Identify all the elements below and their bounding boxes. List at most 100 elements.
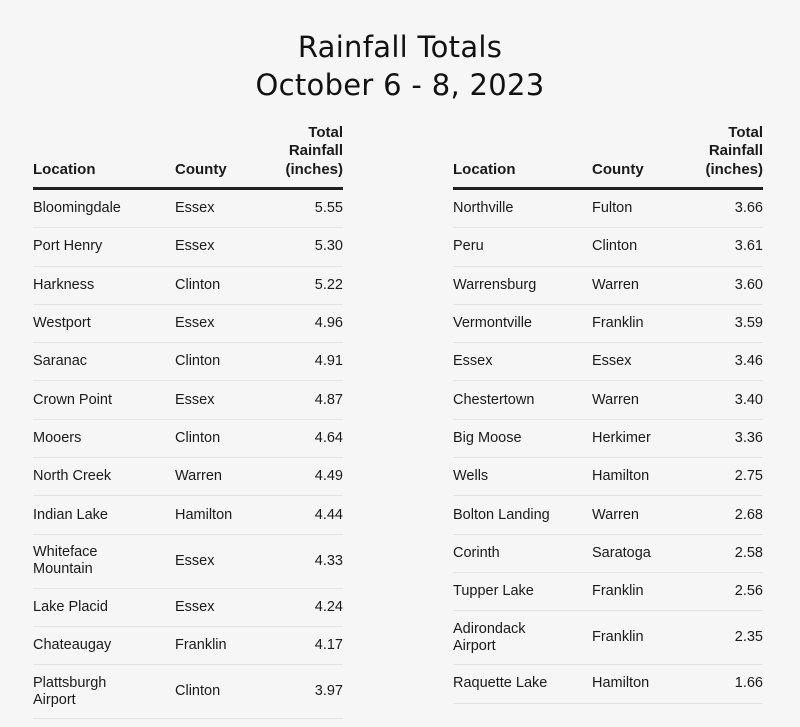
rainfall-table-left: Location County Total Rainfall (inches) Bl… bbox=[33, 123, 343, 720]
county-cell: Herkimer bbox=[592, 429, 651, 446]
table-row: Corinth Saratoga 2.58 bbox=[453, 535, 763, 573]
table-row: Plattsburgh Airport Clinton 3.97 bbox=[33, 665, 343, 720]
rainfall-cell: 4.44 bbox=[314, 506, 343, 523]
table-row: Harkness Clinton 5.22 bbox=[33, 267, 343, 305]
rainfall-cell: 2.75 bbox=[734, 468, 763, 485]
header-total-rainfall: Total Rainfall (inches) bbox=[285, 123, 343, 178]
county-cell: Clinton bbox=[175, 353, 221, 370]
location-cell: Port Henry bbox=[33, 238, 103, 255]
location-cell: Mooers bbox=[33, 429, 82, 446]
rainfall-cell: 5.22 bbox=[314, 276, 343, 293]
rainfall-cell: 3.66 bbox=[734, 200, 763, 217]
county-cell: Clinton bbox=[175, 429, 221, 446]
county-cell: Warren bbox=[592, 276, 639, 293]
location-cell: Corinth bbox=[453, 544, 500, 561]
rainfall-cell: 5.55 bbox=[314, 200, 343, 217]
header-county: County bbox=[592, 160, 644, 178]
title-line-1: Rainfall Totals bbox=[297, 30, 503, 64]
header-total-rainfall: Total Rainfall (inches) bbox=[705, 123, 763, 178]
county-cell: Saratoga bbox=[592, 544, 651, 561]
county-cell: Hamilton bbox=[175, 506, 233, 523]
table-row: Chateaugay Franklin 4.17 bbox=[33, 627, 343, 666]
table-row: Whiteface Mountain Essex 4.33 bbox=[33, 535, 343, 589]
location-cell: Westport bbox=[33, 315, 91, 332]
rainfall-cell: 4.91 bbox=[314, 353, 343, 370]
location-cell: Raquette Lake bbox=[453, 675, 548, 692]
county-cell: Clinton bbox=[175, 683, 221, 700]
rainfall-table-right: Location County Total Rainfall (inches) No… bbox=[453, 123, 763, 704]
county-cell: Essex bbox=[175, 238, 215, 255]
table-row: Indian Lake Hamilton 4.44 bbox=[33, 496, 343, 535]
rainfall-cell: 4.64 bbox=[314, 429, 343, 446]
table-row: Warrensburg Warren 3.60 bbox=[453, 267, 763, 305]
table-body: Bloomingdale Essex 5.55 Port Henry Essex 5.30… bbox=[33, 190, 343, 720]
location-cell: Harkness bbox=[33, 276, 95, 293]
chart-title: Rainfall Totals October 6 - 8, 2023 bbox=[0, 28, 800, 104]
county-cell: Franklin bbox=[592, 583, 644, 600]
table-row: Bolton Landing Warren 2.68 bbox=[453, 496, 763, 535]
location-cell: Plattsburgh Airport bbox=[33, 674, 107, 708]
header-location: Location bbox=[33, 160, 96, 178]
table-row: Adirondack Airport Franklin 2.35 bbox=[453, 611, 763, 666]
location-cell: North Creek bbox=[33, 468, 112, 485]
county-cell: Warren bbox=[175, 468, 222, 485]
location-cell: Bolton Landing bbox=[453, 506, 550, 523]
rainfall-cell: 4.49 bbox=[314, 468, 343, 485]
rainfall-cell: 3.60 bbox=[734, 276, 763, 293]
rainfall-cell: 3.40 bbox=[734, 391, 763, 408]
table-row: Westport Essex 4.96 bbox=[33, 305, 343, 344]
county-cell: Franklin bbox=[592, 315, 644, 332]
table-header: Location County Total Rainfall (inches) bbox=[453, 123, 763, 190]
header-county: County bbox=[175, 160, 227, 178]
rainfall-cell: 2.68 bbox=[734, 506, 763, 523]
location-cell: Essex bbox=[453, 353, 493, 370]
location-cell: Bloomingdale bbox=[33, 200, 121, 217]
table-row: Essex Essex 3.46 bbox=[453, 343, 763, 382]
table-row: Raquette Lake Hamilton 1.66 bbox=[453, 665, 763, 704]
rainfall-cell: 1.66 bbox=[734, 675, 763, 692]
rainfall-cell: 5.30 bbox=[314, 238, 343, 255]
table-row: Big Moose Herkimer 3.36 bbox=[453, 420, 763, 459]
location-cell: Tupper Lake bbox=[453, 583, 534, 600]
rainfall-cell: 2.56 bbox=[734, 583, 763, 600]
table-row: Vermontville Franklin 3.59 bbox=[453, 305, 763, 344]
table-row: North Creek Warren 4.49 bbox=[33, 458, 343, 497]
rainfall-cell: 3.59 bbox=[734, 315, 763, 332]
county-cell: Essex bbox=[592, 353, 632, 370]
table-row: Tupper Lake Franklin 2.56 bbox=[453, 573, 763, 612]
table-body: Northville Fulton 3.66 Peru Clinton 3.61 Warre… bbox=[453, 190, 763, 704]
county-cell: Essex bbox=[175, 315, 215, 332]
location-cell: Big Moose bbox=[453, 429, 522, 446]
location-cell: Chestertown bbox=[453, 391, 535, 408]
county-cell: Essex bbox=[175, 200, 215, 217]
rainfall-cell: 3.61 bbox=[734, 238, 763, 255]
table-row: Crown Point Essex 4.87 bbox=[33, 381, 343, 420]
county-cell: Clinton bbox=[592, 238, 638, 255]
table-row: Saranac Clinton 4.91 bbox=[33, 343, 343, 382]
location-cell: Indian Lake bbox=[33, 506, 108, 523]
location-cell: Crown Point bbox=[33, 391, 112, 408]
location-cell: Peru bbox=[453, 238, 484, 255]
location-cell: Vermontville bbox=[453, 315, 532, 332]
rainfall-cell: 4.17 bbox=[314, 637, 343, 654]
location-cell: Whiteface Mountain bbox=[33, 544, 98, 578]
rainfall-cell: 3.97 bbox=[314, 683, 343, 700]
county-cell: Essex bbox=[175, 598, 215, 615]
table-row: Mooers Clinton 4.64 bbox=[33, 420, 343, 459]
county-cell: Clinton bbox=[175, 276, 221, 293]
county-cell: Hamilton bbox=[592, 675, 650, 692]
county-cell: Warren bbox=[592, 391, 639, 408]
location-cell: Saranac bbox=[33, 353, 88, 370]
location-cell: Adirondack Airport bbox=[453, 620, 526, 654]
rainfall-cell: 4.24 bbox=[314, 598, 343, 615]
location-cell: Wells bbox=[453, 468, 489, 485]
rainfall-cell: 4.33 bbox=[314, 552, 343, 569]
county-cell: Hamilton bbox=[592, 468, 650, 485]
location-cell: Warrensburg bbox=[453, 276, 537, 293]
table-row: Wells Hamilton 2.75 bbox=[453, 458, 763, 497]
rainfall-cell: 4.96 bbox=[314, 315, 343, 332]
title-line-2: October 6 - 8, 2023 bbox=[255, 68, 545, 102]
county-cell: Fulton bbox=[592, 200, 633, 217]
county-cell: Warren bbox=[592, 506, 639, 523]
table-header: Location County Total Rainfall (inches) bbox=[33, 123, 343, 190]
